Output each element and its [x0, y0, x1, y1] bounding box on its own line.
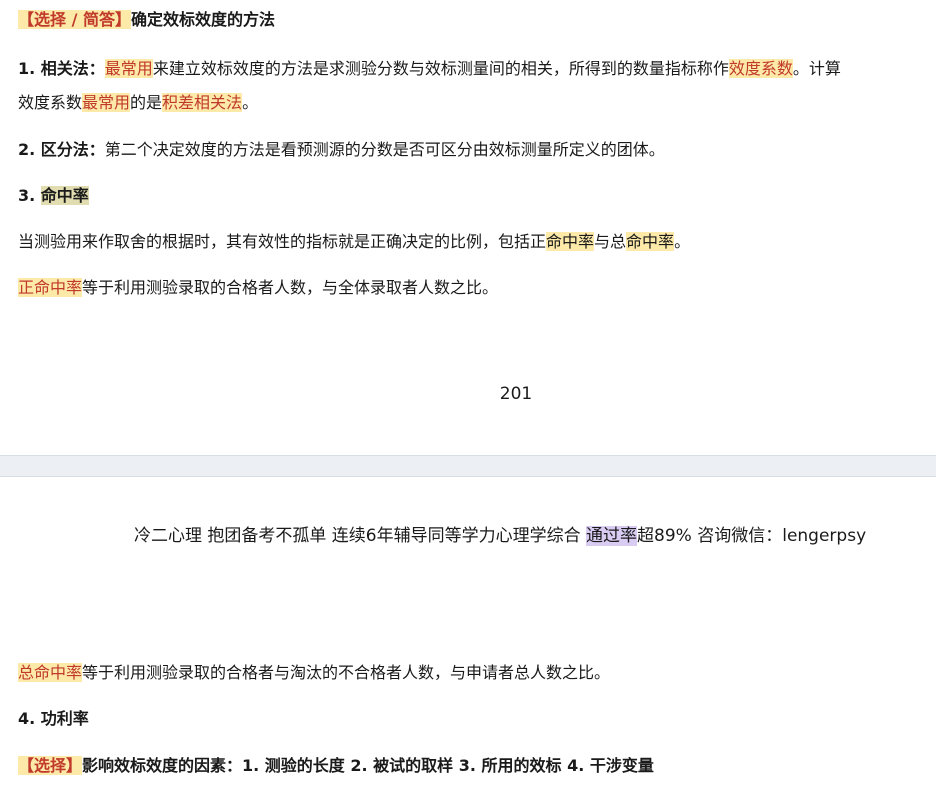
paragraph-continuation: 效度系数最常用的是积差相关法。 — [18, 91, 258, 115]
section-heading: 【选择 / 简答】确定效标效度的方法 — [18, 8, 275, 32]
item-number: 3. — [18, 186, 41, 205]
body-text: 。 — [242, 93, 259, 112]
page-number: 201 — [499, 384, 533, 404]
body-text: 来建立效标效度的方法是求测验分数与效标测量间的相关，所得到的数量指标称作 — [152, 59, 729, 78]
header-text: 超89% 咨询微信：lengerpsy — [637, 526, 867, 546]
paragraph-hit-rate: 当测验用来作取舍的根据时，其有效性的指标就是正确决定的比例，包括正命中率与总命中… — [18, 230, 690, 254]
body-text: 当测验用来作取舍的根据时，其有效性的指标就是正确决定的比例，包括正 — [18, 232, 547, 251]
paragraph-positive-hit-rate: 正命中率等于利用测验录取的合格者人数，与全体录取者人数之比。 — [18, 276, 498, 300]
question-type-tag: 【选择 / 简答】 — [18, 10, 131, 29]
question-type-tag: 【选择】 — [18, 756, 83, 775]
body-text: 等于利用测验录取的合格者与淘汰的不合格者人数，与申请者总人数之比。 — [82, 663, 611, 682]
paragraph-validity-factors: 【选择】影响效标效度的因素：1. 测验的长度 2. 被试的取样 3. 所用的效标… — [18, 754, 654, 778]
body-text: 影响效标效度的因素：1. 测验的长度 2. 被试的取样 3. 所用的效标 4. … — [82, 756, 654, 775]
paragraph-total-hit-rate: 总命中率等于利用测验录取的合格者与淘汰的不合格者人数，与申请者总人数之比。 — [18, 661, 610, 685]
highlight-text: 命中率 — [40, 186, 89, 205]
highlight-text: 总命中率 — [18, 663, 83, 682]
heading-title: 确定效标效度的方法 — [131, 10, 276, 29]
highlight-text: 正命中率 — [18, 278, 83, 297]
header-text: 冷二心理 抱团备考不孤单 连续6年辅导同等学力心理学综合 — [134, 526, 587, 546]
body-text: 。计算 — [792, 59, 841, 78]
page-header: 冷二心理 抱团备考不孤单 连续6年辅导同等学力心理学综合 通过率超89% 咨询微… — [134, 523, 866, 549]
item-number: 1. 相关法： — [18, 59, 105, 78]
highlight-text: 效度系数 — [728, 59, 793, 78]
item-number: 2. 区分法： — [18, 140, 105, 159]
paragraph-correlation-method: 1. 相关法：最常用来建立效标效度的方法是求测验分数与效标测量间的相关，所得到的… — [18, 57, 841, 81]
subheading-hit-rate: 3. 命中率 — [18, 184, 89, 208]
body-text: 与总 — [594, 232, 627, 251]
highlight-text: 最常用 — [82, 93, 131, 112]
subheading-utility-rate: 4. 功利率 — [18, 709, 89, 728]
highlight-text: 命中率 — [546, 232, 595, 251]
highlight-text: 积差相关法 — [162, 93, 243, 112]
paragraph-discrimination-method: 2. 区分法：第二个决定效度的方法是看预测源的分数是否可区分由效标测量所定义的团… — [18, 138, 665, 162]
highlight-text: 命中率 — [626, 232, 675, 251]
highlight-text: 最常用 — [104, 59, 153, 78]
body-text: 效度系数 — [18, 93, 83, 112]
body-text: 等于利用测验录取的合格者人数，与全体录取者人数之比。 — [82, 278, 499, 297]
page-separator — [0, 455, 936, 477]
body-text: 的是 — [130, 93, 163, 112]
highlight-text: 通过率 — [586, 526, 638, 546]
body-text: 。 — [674, 232, 691, 251]
body-text: 第二个决定效度的方法是看预测源的分数是否可区分由效标测量所定义的团体。 — [104, 140, 665, 159]
